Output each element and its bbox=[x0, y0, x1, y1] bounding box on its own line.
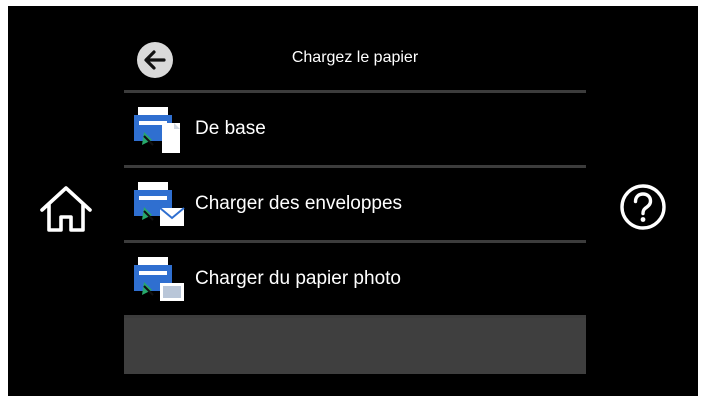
menu-item-label: Charger des enveloppes bbox=[195, 193, 403, 214]
home-button[interactable] bbox=[36, 184, 96, 236]
menu-item-photo-paper[interactable]: Charger du papier photo bbox=[124, 243, 586, 315]
help-icon bbox=[620, 184, 666, 230]
header: Chargez le papier bbox=[124, 34, 586, 90]
arrow-left-icon bbox=[144, 50, 166, 70]
menu-item-label: De base bbox=[195, 118, 266, 139]
home-icon bbox=[40, 186, 92, 232]
back-button[interactable] bbox=[137, 42, 173, 78]
printer-screen: Chargez le papier De base Charger des en… bbox=[8, 6, 698, 396]
menu-item-plain-paper[interactable]: De base bbox=[124, 93, 586, 165]
menu-item-label: Charger du papier photo bbox=[195, 268, 401, 289]
printer-envelope-icon bbox=[134, 182, 185, 226]
menu-item-envelopes[interactable]: Charger des enveloppes bbox=[124, 168, 586, 240]
empty-list-slot bbox=[124, 318, 586, 374]
printer-photo-paper-icon bbox=[134, 257, 184, 301]
help-button[interactable] bbox=[618, 182, 668, 232]
page-title: Chargez le papier bbox=[291, 49, 419, 66]
printer-plain-paper-icon bbox=[134, 107, 180, 153]
